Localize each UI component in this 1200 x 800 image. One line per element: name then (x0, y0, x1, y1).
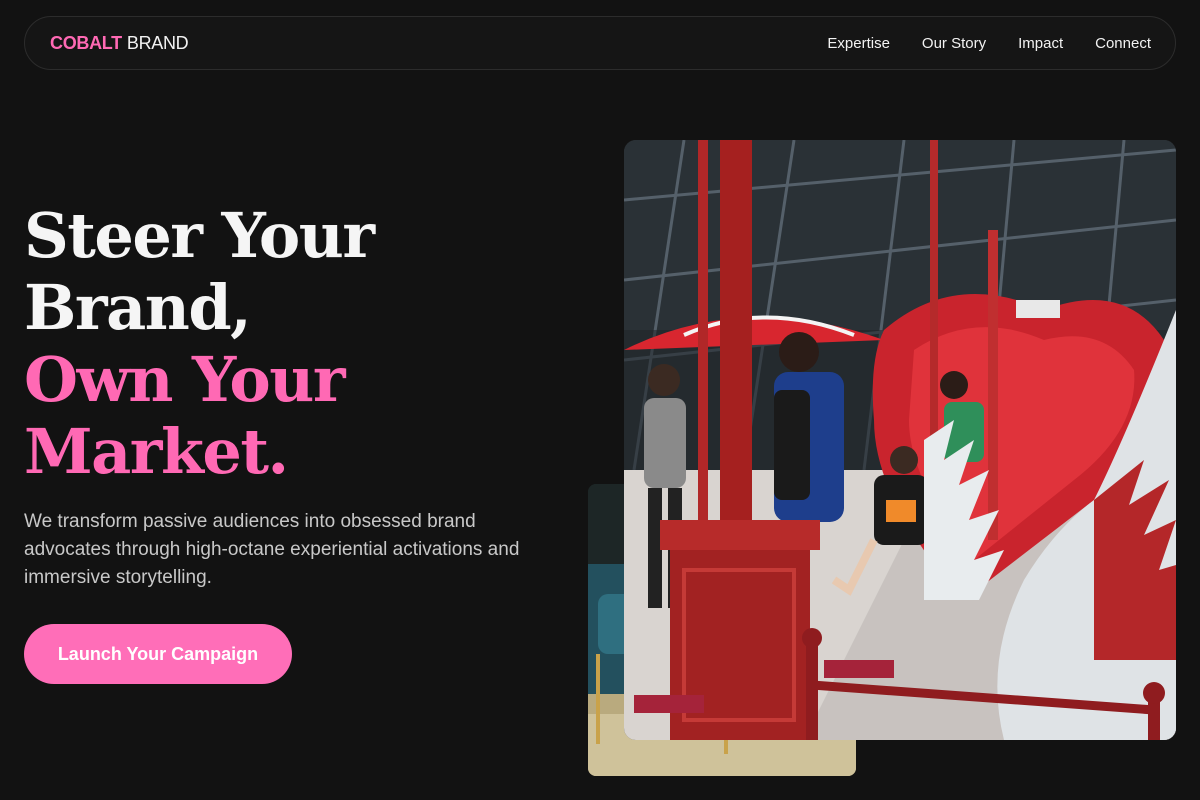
logo-accent-text: COBALT (50, 32, 122, 53)
brand-logo[interactable]: COBALT BRAND (50, 32, 189, 54)
hero-description: We transform passive audiences into obse… (24, 511, 520, 588)
hero-title-line-4: Market. (24, 415, 289, 488)
top-navbar: COBALT BRAND Expertise Our Story Impact … (24, 16, 1176, 70)
hero-title-line-1: Steer Your (24, 199, 375, 272)
hero-title-line-3: Own Your (24, 343, 346, 416)
nav-link-our-story[interactable]: Our Story (922, 35, 986, 52)
hero-title-line-2: Brand, (24, 271, 252, 344)
nav-link-expertise[interactable]: Expertise (827, 35, 890, 52)
logo-rest-text: BRAND (126, 32, 189, 53)
launch-campaign-button[interactable]: Launch Your Campaign (24, 624, 292, 684)
nav-link-impact[interactable]: Impact (1018, 35, 1063, 52)
hero-event-photo (624, 140, 1176, 740)
nav-links: Expertise Our Story Impact Connect (827, 35, 1151, 52)
nav-link-connect[interactable]: Connect (1095, 35, 1151, 52)
hero-title: Steer Your Brand, Own Your Market. (24, 199, 375, 488)
